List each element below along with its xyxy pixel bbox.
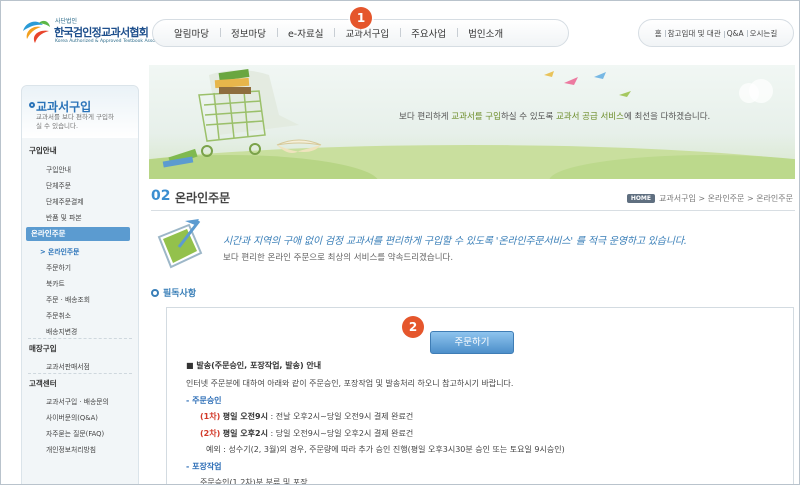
sidebar-item-faq[interactable]: 자주묻는 질문(FAQ) (46, 428, 104, 438)
notice-box: 주문하기 ■ 발송(주문승인, 포장작업, 발송) 안내 인터넷 주문분에 대하… (166, 307, 794, 485)
breadcrumb: HOME 교과서구입 > 온라인주문 > 온라인주문 (626, 193, 793, 204)
approval-round-1: (1차) 평일 오전9시 : 전날 오후2시~당일 오전9시 결제 완료건 (200, 412, 414, 421)
sidebar-item-cyber-qna[interactable]: 사이버문의(Q&A) (46, 412, 98, 422)
step-badge-2: 2 (402, 316, 424, 338)
logo-name: 한국검인정교과서협회 (54, 26, 149, 39)
utility-nav: 홈 참고임대 및 대관 Q&A 오시는길 (638, 19, 794, 47)
sidebar-item-place-order[interactable]: 주문하기 (46, 262, 71, 272)
breadcrumb-path: 교과서구입 > 온라인주문 > 온라인주문 (659, 194, 793, 203)
nav-info[interactable]: 정보마당 (219, 26, 277, 40)
sidebar-item-bookstores[interactable]: 교과서판매서점 (46, 361, 90, 371)
sidebar-item-book-cart[interactable]: 북카트 (46, 278, 65, 288)
sidebar-item-returns[interactable]: 반품 및 파본 (46, 212, 82, 222)
sidebar-item-group-payment[interactable]: 단체주문결제 (46, 196, 84, 206)
step-badge-1: 1 (350, 7, 372, 29)
sidebar-header: 교과서구입 교과서를 보다 편하게 구입하실 수 있습니다. (22, 86, 138, 138)
approval-round-2: (2차) 평일 오후2시 : 당일 오전9시~당일 오후2시 결제 완료건 (200, 429, 414, 438)
sidebar-item-privacy[interactable]: 개인정보처리방침 (46, 444, 96, 454)
nav-notice[interactable]: 알림마당 (163, 26, 220, 40)
notebook-pen-icon (157, 219, 203, 269)
sidebar-item-delivery-inquiry[interactable]: 교과서구입 · 배송문의 (46, 396, 109, 406)
notice-description: 인터넷 주문분에 대하여 아래와 같이 주문승인, 포장작업 및 발송처리 하오… (186, 379, 514, 388)
sidebar-item-purchase-guide[interactable]: 구입안내 (46, 164, 71, 174)
site-logo[interactable]: 사단법인 한국검인정교과서협회 Korea Authorized & Appro… (21, 15, 170, 49)
sidebar-section-store[interactable]: 매장구입 (29, 343, 57, 354)
site-header: 사단법인 한국검인정교과서협회 Korea Authorized & Appro… (1, 1, 799, 65)
util-rental[interactable]: 참고임대 및 대관 (664, 28, 724, 39)
hero-banner: 보다 편리하게 교과서를 구입하실 수 있도록 교과서 공급 서비스에 최선을 … (149, 65, 795, 179)
circle-bullet-icon (151, 289, 159, 297)
sidebar-divider (28, 338, 132, 339)
left-sidebar: 교과서구입 교과서를 보다 편하게 구입하실 수 있습니다. 구입안내 구입안내… (21, 85, 139, 484)
sidebar-section-online-order[interactable]: 온라인주문 (26, 227, 130, 241)
home-badge[interactable]: HOME (626, 194, 656, 203)
util-home[interactable]: 홈 (652, 28, 665, 39)
page-number: 02 (151, 188, 171, 204)
nav-textbook-purchase[interactable]: 교과서구입 (334, 26, 400, 40)
subheading-approval: - 주문승인 (186, 396, 222, 405)
subheading-packing: - 포장작업 (186, 462, 222, 471)
nav-main-business[interactable]: 주요사업 (400, 26, 457, 40)
banner-illustration (149, 68, 795, 179)
sidebar-item-group-order[interactable]: 단체주문 (46, 180, 71, 190)
util-qna[interactable]: Q&A (723, 29, 747, 38)
sidebar-section-purchase-guide[interactable]: 구입안내 (29, 145, 57, 156)
packing-description: 주문승인(1,2차)분 분류 및 포장 (200, 478, 308, 485)
util-directions[interactable]: 오시는길 (746, 28, 781, 39)
sidebar-section-customer-center[interactable]: 고객센터 (29, 378, 57, 389)
approval-exception: 예외 : 성수기(2, 3월)의 경우, 주문량에 따라 추가 승인 진행(평일… (206, 445, 565, 454)
sidebar-item-cancel-order[interactable]: 주문취소 (46, 310, 71, 320)
sidebar-item-order-tracking[interactable]: 주문 · 배송조회 (46, 294, 90, 304)
section-heading: 필독사항 (151, 286, 196, 299)
sidebar-divider (28, 373, 132, 374)
sidebar-item-change-address[interactable]: 배송지변경 (46, 326, 77, 336)
sidebar-description: 교과서를 보다 편하게 구입하실 수 있습니다. (36, 113, 114, 130)
circle-bullet-icon (29, 102, 35, 108)
page-header: 02 온라인주문 HOME 교과서구입 > 온라인주문 > 온라인주문 (151, 187, 795, 211)
nav-about[interactable]: 법인소개 (457, 26, 514, 40)
banner-slogan: 보다 편리하게 교과서를 구입하실 수 있도록 교과서 공급 서비스에 최선을 … (399, 112, 711, 122)
sidebar-item-online-order[interactable]: > 온라인주문 (40, 246, 79, 256)
nav-e-archive[interactable]: e-자료실 (276, 26, 335, 40)
browser-page: 사단법인 한국검인정교과서협회 Korea Authorized & Appro… (0, 0, 800, 485)
notice-title: ■ 발송(주문승인, 포장작업, 발송) 안내 (186, 361, 322, 370)
page-title: 온라인주문 (175, 191, 231, 205)
logo-mark-icon (23, 20, 50, 43)
intro-subtext: 보다 편리한 온라인 주문으로 최상의 서비스를 약속드리겠습니다. (223, 253, 454, 263)
intro-message: 시간과 지역의 구애 없이 검정 교과서를 편리하게 구입할 수 있도록 '온라… (223, 236, 687, 247)
order-button[interactable]: 주문하기 (430, 331, 514, 354)
